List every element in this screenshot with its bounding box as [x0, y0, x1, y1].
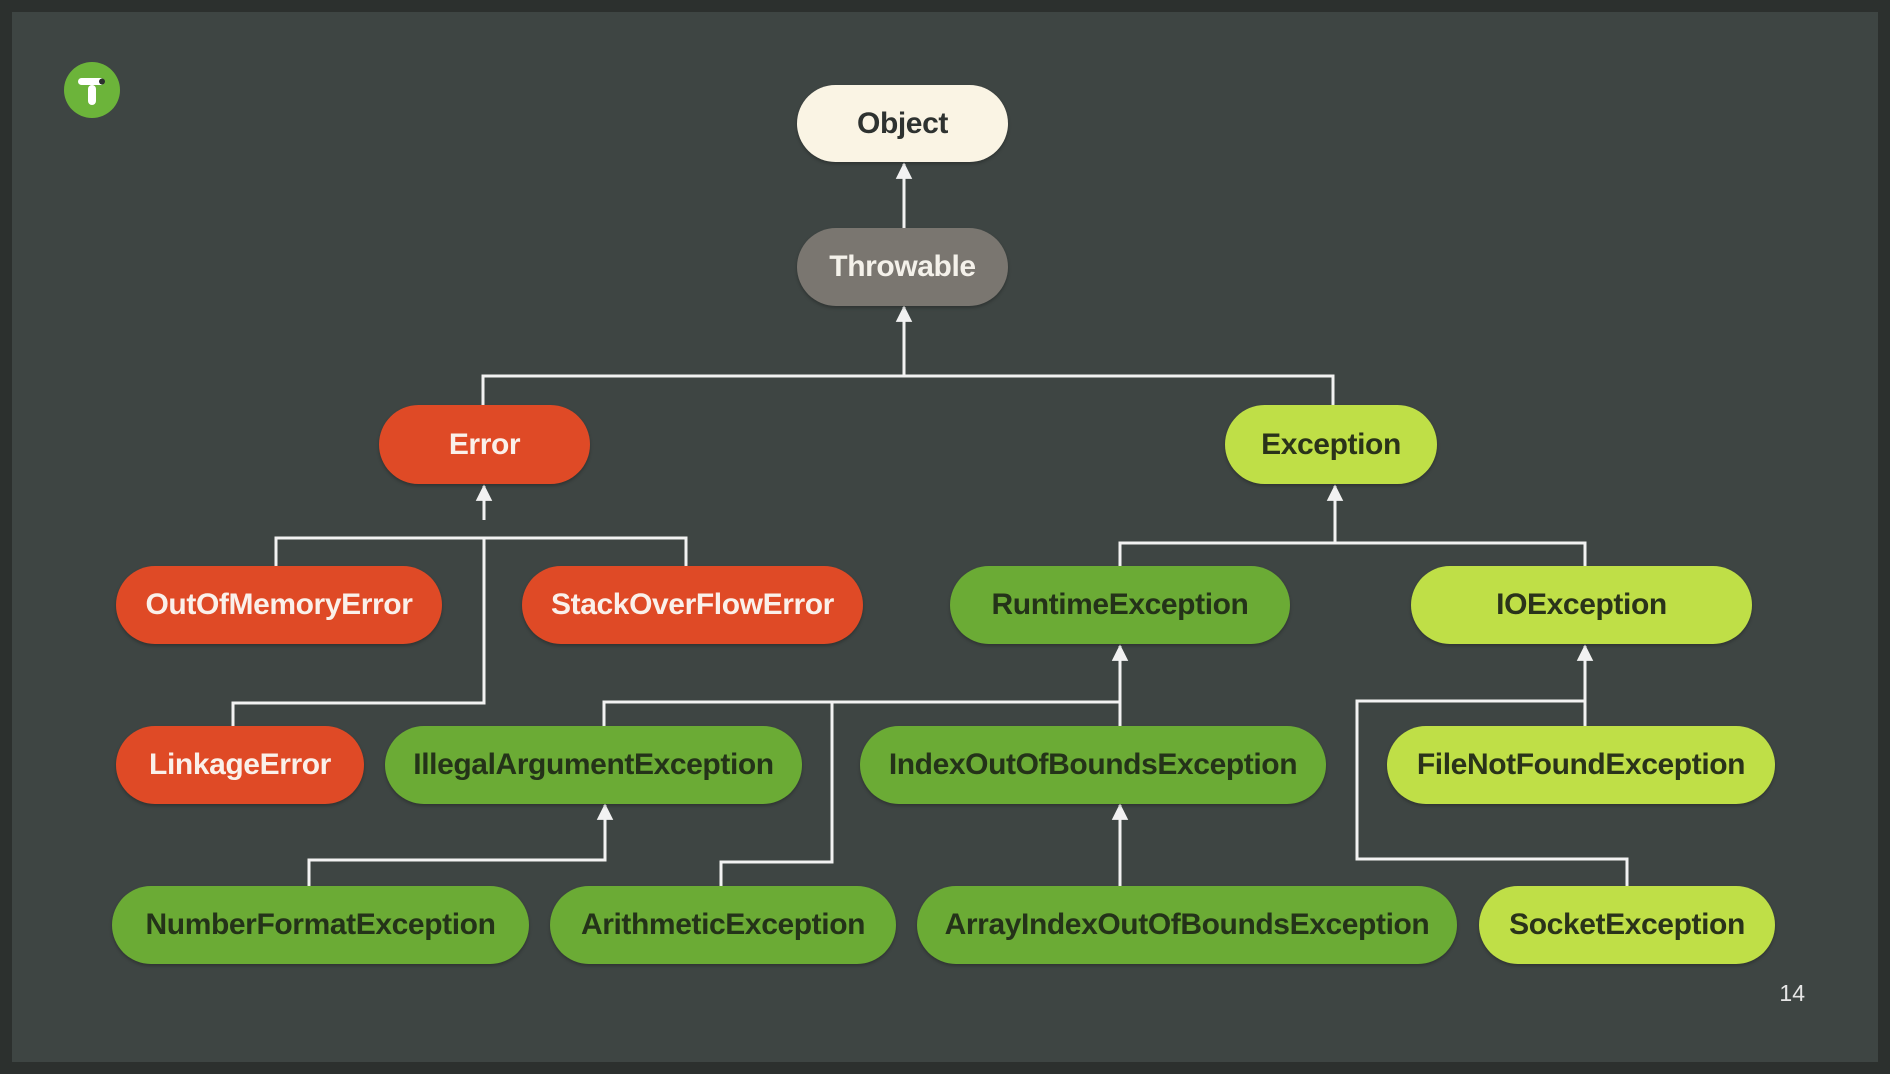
node-number-format-exception: NumberFormatException — [112, 886, 529, 964]
node-index-out-of-bounds-exception: IndexOutOfBoundsException — [860, 726, 1326, 804]
edge-numberformat-illegal — [307, 805, 607, 886]
node-object: Object — [797, 85, 1008, 162]
node-array-index-out-of-bounds-exception: ArrayIndexOutOfBoundsException — [917, 886, 1457, 964]
edge-error-exception-throwable — [481, 307, 1335, 405]
t-logo-icon — [64, 62, 120, 118]
node-stack-overflow-error: StackOverFlowError — [522, 566, 863, 644]
page-number: 14 — [1779, 980, 1805, 1006]
node-socket-exception: SocketException — [1479, 886, 1775, 964]
node-error: Error — [379, 405, 590, 484]
node-exception: Exception — [1225, 405, 1437, 484]
node-throwable: Throwable — [797, 228, 1008, 306]
node-runtime-exception: RuntimeException — [950, 566, 1290, 644]
node-file-not-found-exception: FileNotFoundException — [1387, 726, 1775, 804]
node-arithmetic-exception: ArithmeticException — [550, 886, 896, 964]
node-linkage-error: LinkageError — [116, 726, 364, 804]
node-out-of-memory-error: OutOfMemoryError — [116, 566, 442, 644]
edge-exception-children — [1118, 486, 1587, 566]
node-io-exception: IOException — [1411, 566, 1752, 644]
node-illegal-argument-exception: IllegalArgumentException — [385, 726, 802, 804]
